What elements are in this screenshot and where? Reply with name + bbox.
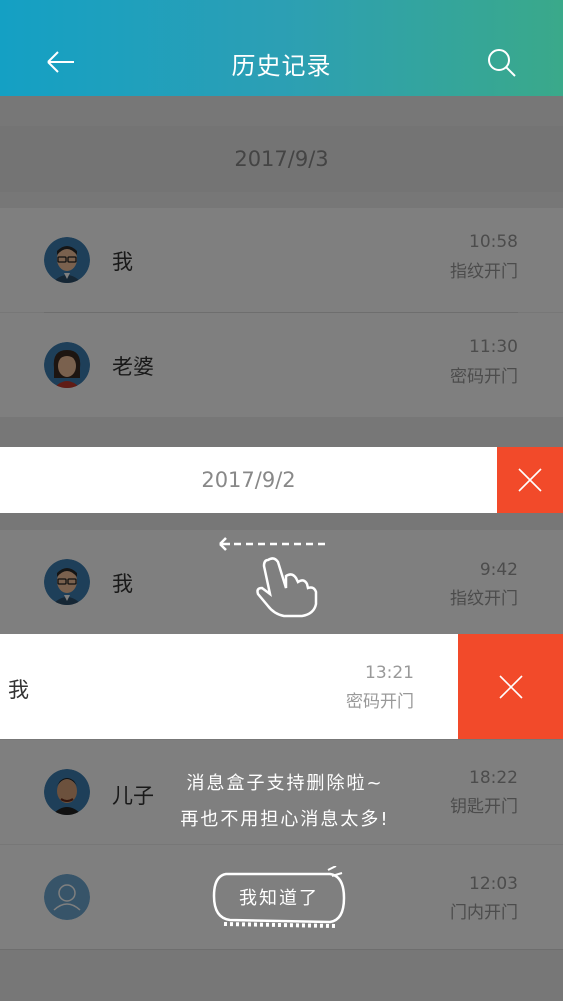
got-it-label: 我知道了 bbox=[239, 888, 319, 909]
tip-text: 消息盒子支持删除啦~ 再也不用担心消息太多! bbox=[150, 766, 420, 838]
tip-line-1: 消息盒子支持删除啦~ bbox=[186, 773, 384, 794]
date-header-swiped: 2017/9/2 bbox=[0, 447, 497, 513]
record-item-swiped[interactable]: 我 13:21 密码开门 bbox=[0, 634, 458, 739]
tip-line-2: 再也不用担心消息太多! bbox=[180, 809, 390, 830]
delete-record-button[interactable] bbox=[458, 634, 563, 739]
swipe-hint bbox=[216, 530, 336, 620]
close-icon bbox=[498, 674, 523, 699]
close-icon bbox=[518, 468, 542, 492]
page-title: 历史记录 bbox=[231, 52, 332, 80]
search-button[interactable] bbox=[483, 42, 523, 82]
record-name: 我 bbox=[8, 678, 29, 702]
record-time: 13:21 bbox=[365, 663, 414, 683]
delete-group-button[interactable] bbox=[497, 447, 563, 513]
hand-pointer-icon bbox=[219, 537, 330, 618]
search-icon bbox=[488, 49, 516, 77]
record-method: 密码开门 bbox=[346, 692, 414, 712]
app-header: 历史记录 bbox=[0, 0, 563, 96]
got-it-button[interactable]: 我知道了 bbox=[212, 865, 346, 930]
